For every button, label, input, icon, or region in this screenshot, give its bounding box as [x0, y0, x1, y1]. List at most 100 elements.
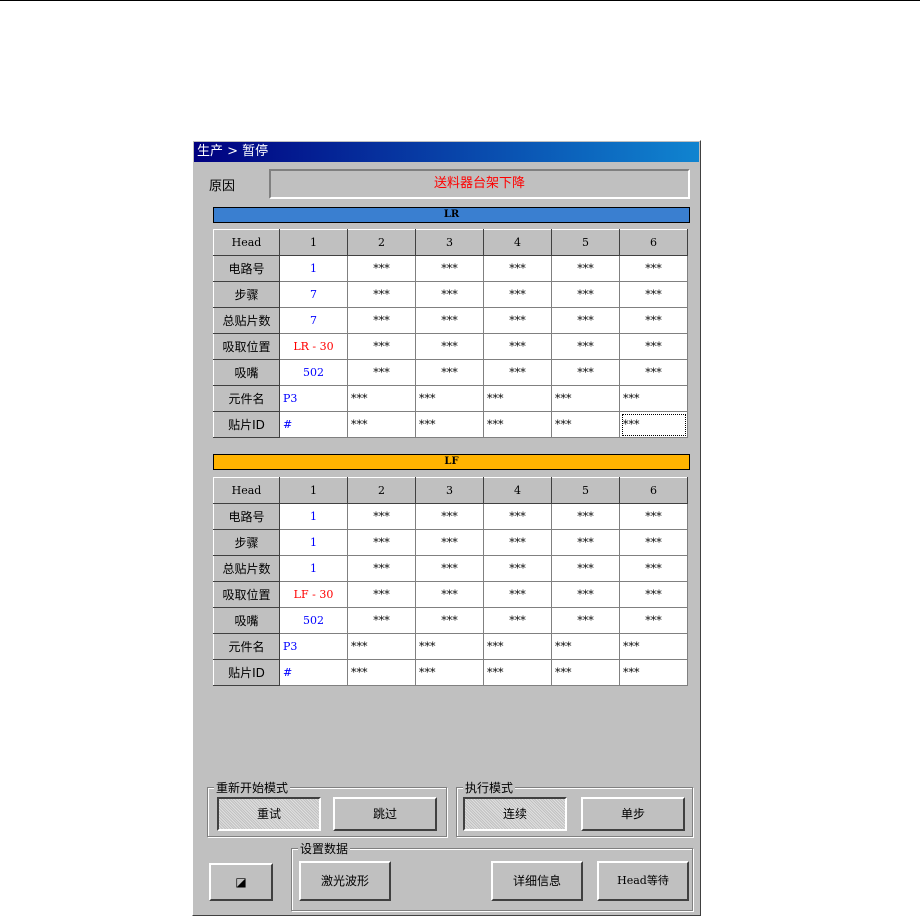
table-cell[interactable]: *** — [551, 307, 620, 334]
continuous-button[interactable]: 连续 — [463, 797, 567, 831]
laser-waveform-button[interactable]: 激光波形 — [299, 861, 391, 901]
table-row: 步骤 7 *** *** *** *** *** — [213, 281, 688, 308]
table-cell[interactable]: *** — [619, 503, 688, 530]
table-cell[interactable]: *** — [483, 607, 552, 634]
table-cell[interactable]: *** — [619, 555, 688, 582]
table-cell[interactable]: *** — [347, 503, 416, 530]
minimize-button[interactable]: ◪ — [209, 863, 273, 901]
table-cell[interactable]: *** — [551, 333, 620, 360]
table-cell[interactable]: P3 — [279, 633, 348, 660]
table-cell[interactable]: *** — [551, 659, 620, 686]
table-cell[interactable]: *** — [415, 581, 484, 608]
table-cell[interactable]: *** — [619, 659, 688, 686]
table-cell[interactable]: *** — [347, 659, 416, 686]
table-cell[interactable]: *** — [347, 581, 416, 608]
table-cell[interactable]: 1 — [279, 503, 348, 530]
table-cell[interactable]: *** — [415, 255, 484, 282]
table-cell[interactable]: *** — [619, 359, 688, 386]
retry-button[interactable]: 重试 — [217, 797, 321, 831]
table-cell[interactable]: *** — [483, 359, 552, 386]
table-cell[interactable]: *** — [551, 503, 620, 530]
table-cell[interactable]: *** — [483, 581, 552, 608]
table-cell[interactable]: *** — [551, 359, 620, 386]
table-cell[interactable]: *** — [347, 307, 416, 334]
table-cell[interactable]: *** — [619, 633, 688, 660]
table-cell[interactable]: *** — [415, 659, 484, 686]
table-cell[interactable]: *** — [347, 529, 416, 556]
table-cell[interactable]: *** — [415, 333, 484, 360]
table-cell[interactable]: *** — [483, 503, 552, 530]
table-cell[interactable]: *** — [415, 529, 484, 556]
head-wait-button[interactable]: Head等待 — [597, 861, 689, 901]
table-cell[interactable]: *** — [619, 607, 688, 634]
table-cell[interactable]: *** — [619, 411, 688, 438]
table-cell[interactable]: *** — [415, 411, 484, 438]
table-cell[interactable]: *** — [415, 307, 484, 334]
table-cell[interactable]: *** — [415, 503, 484, 530]
details-button[interactable]: 详细信息 — [491, 861, 583, 901]
table-cell[interactable]: *** — [551, 633, 620, 660]
table-cell[interactable]: *** — [415, 281, 484, 308]
table-cell[interactable]: LR - 30 — [279, 333, 348, 360]
table-cell[interactable]: *** — [551, 607, 620, 634]
table-cell[interactable]: *** — [347, 607, 416, 634]
table-cell[interactable]: *** — [483, 555, 552, 582]
table-cell[interactable]: *** — [415, 555, 484, 582]
table-cell[interactable]: *** — [483, 255, 552, 282]
table-cell[interactable]: # — [279, 659, 348, 686]
table-cell[interactable]: *** — [483, 281, 552, 308]
table-cell[interactable]: *** — [415, 359, 484, 386]
table-cell[interactable]: 7 — [279, 307, 348, 334]
table-cell[interactable]: *** — [619, 333, 688, 360]
table-cell[interactable]: LF - 30 — [279, 581, 348, 608]
table-cell[interactable]: *** — [619, 281, 688, 308]
table-cell[interactable]: *** — [551, 555, 620, 582]
table-cell[interactable]: 1 — [279, 555, 348, 582]
table-cell[interactable]: 1 — [279, 255, 348, 282]
table-cell[interactable]: *** — [415, 607, 484, 634]
table-cell[interactable]: *** — [483, 307, 552, 334]
table-cell[interactable]: *** — [483, 633, 552, 660]
table-cell[interactable]: *** — [483, 385, 552, 412]
table-cell[interactable]: *** — [347, 255, 416, 282]
table-cell[interactable]: *** — [619, 255, 688, 282]
table-cell[interactable]: *** — [347, 633, 416, 660]
table-cell[interactable]: 1 — [279, 529, 348, 556]
table-cell[interactable]: *** — [551, 385, 620, 412]
row-label: 吸取位置 — [213, 333, 280, 360]
table-cell[interactable]: *** — [347, 359, 416, 386]
table-cell[interactable]: *** — [483, 659, 552, 686]
table-cell[interactable]: *** — [619, 529, 688, 556]
table-cell[interactable]: P3 — [279, 385, 348, 412]
table-cell[interactable]: *** — [483, 529, 552, 556]
table-cell[interactable]: *** — [347, 411, 416, 438]
retry-button-label: 重试 — [256, 807, 281, 821]
table-cell[interactable]: *** — [551, 281, 620, 308]
table-cell[interactable]: *** — [347, 281, 416, 308]
page-top-rule — [0, 0, 920, 1]
table-cell[interactable]: *** — [347, 333, 416, 360]
table-cell[interactable]: *** — [415, 385, 484, 412]
row-label: 步骤 — [213, 281, 280, 308]
table-cell[interactable]: # — [279, 411, 348, 438]
table-cell[interactable]: *** — [551, 411, 620, 438]
table-cell[interactable]: *** — [347, 385, 416, 412]
table-cell[interactable]: 7 — [279, 281, 348, 308]
table-cell[interactable]: 502 — [279, 607, 348, 634]
table-cell[interactable]: *** — [551, 529, 620, 556]
single-step-button[interactable]: 单步 — [581, 797, 685, 831]
table-cell[interactable]: *** — [619, 385, 688, 412]
table-cell[interactable]: *** — [347, 555, 416, 582]
table-cell[interactable]: 502 — [279, 359, 348, 386]
skip-button[interactable]: 跳过 — [333, 797, 437, 831]
table-row: 电路号 1 *** *** *** *** *** — [213, 503, 688, 530]
table-cell[interactable]: *** — [415, 633, 484, 660]
pause-dialog: 生产 > 暂停 原因 送料器台架下降 LR Head 1 2 3 4 5 6 电路号 1 *** *… — [192, 140, 701, 916]
table-cell[interactable]: *** — [619, 307, 688, 334]
table-cell[interactable]: *** — [551, 255, 620, 282]
table-cell[interactable]: *** — [551, 581, 620, 608]
table-cell[interactable]: *** — [483, 411, 552, 438]
table-cell[interactable]: *** — [619, 581, 688, 608]
header-head: Head — [213, 229, 280, 256]
table-cell[interactable]: *** — [483, 333, 552, 360]
